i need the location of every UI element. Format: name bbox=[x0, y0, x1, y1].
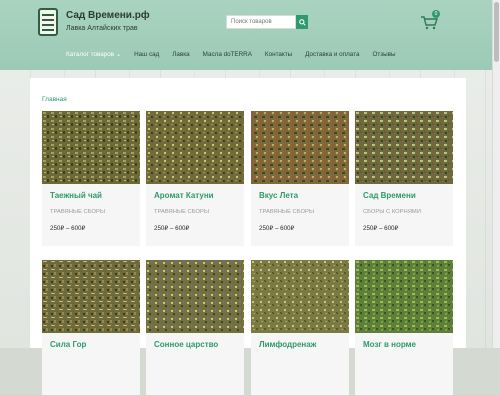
site-header: Сад Времени.рф Лавка Алтайских трав Поис… bbox=[0, 0, 493, 70]
search-button[interactable] bbox=[296, 15, 308, 29]
product-card[interactable]: Лимфодренаж bbox=[251, 260, 349, 395]
product-card[interactable]: Аромат Катуни Травяные сборы 250₽ – 600₽ bbox=[146, 111, 244, 246]
nav-item-reviews[interactable]: Отзывы bbox=[372, 51, 395, 58]
product-image[interactable] bbox=[251, 111, 349, 184]
product-name[interactable]: Вкус Лета bbox=[259, 191, 298, 200]
site-title[interactable]: Сад Времени.рф bbox=[66, 10, 150, 21]
product-category: Травяные сборы bbox=[154, 209, 209, 215]
product-category: Сборы с корнями bbox=[363, 209, 421, 215]
product-card[interactable]: Сад Времени Сборы с корнями 250₽ – 600₽ bbox=[355, 111, 453, 246]
product-name[interactable]: Таежный чай bbox=[50, 191, 102, 200]
search-icon bbox=[298, 18, 306, 26]
product-category: Травяные сборы bbox=[50, 209, 105, 215]
product-image[interactable] bbox=[251, 260, 349, 333]
product-card[interactable]: Мозг в норме bbox=[355, 260, 453, 395]
nav-item-shop[interactable]: Лавка bbox=[172, 51, 189, 58]
product-image[interactable] bbox=[355, 111, 453, 184]
page-scrollbar[interactable] bbox=[492, 0, 500, 348]
product-price: 250₽ – 600₽ bbox=[154, 225, 190, 232]
breadcrumb[interactable]: Главная bbox=[42, 96, 67, 103]
product-price: 250₽ – 600₽ bbox=[259, 225, 295, 232]
product-image[interactable] bbox=[42, 111, 140, 184]
main-nav: Каталог товаров ⌄ Наш сад Лавка Масла do… bbox=[66, 51, 409, 58]
nav-item-catalog[interactable]: Каталог товаров ⌄ bbox=[66, 51, 121, 58]
product-category: Травяные сборы bbox=[259, 209, 314, 215]
product-image[interactable] bbox=[146, 260, 244, 333]
nav-item-contacts[interactable]: Контакты bbox=[265, 51, 292, 58]
product-card[interactable]: Сонное царство bbox=[146, 260, 244, 395]
product-price: 250₽ – 600₽ bbox=[50, 225, 86, 232]
nav-item-delivery[interactable]: Доставка и оплата bbox=[305, 51, 359, 58]
product-name[interactable]: Аромат Катуни bbox=[154, 191, 214, 200]
logo-icon[interactable] bbox=[38, 8, 58, 36]
product-image[interactable] bbox=[146, 111, 244, 184]
product-card[interactable]: Сила Гор bbox=[42, 260, 140, 395]
product-name[interactable]: Сад Времени bbox=[363, 191, 416, 200]
product-price: 250₽ – 600₽ bbox=[363, 225, 399, 232]
product-image[interactable] bbox=[355, 260, 453, 333]
product-card[interactable]: Таежный чай Травяные сборы 250₽ – 600₽ bbox=[42, 111, 140, 246]
cart-count-badge: 0 bbox=[432, 10, 440, 18]
product-image[interactable] bbox=[42, 260, 140, 333]
site-tagline: Лавка Алтайских трав bbox=[66, 25, 138, 32]
search-input[interactable]: Поиск товаров bbox=[226, 15, 296, 29]
product-card[interactable]: Вкус Лета Травяные сборы 250₽ – 600₽ bbox=[251, 111, 349, 246]
nav-item-our-garden[interactable]: Наш сад bbox=[134, 51, 159, 58]
scrollbar-thumb[interactable] bbox=[494, 2, 499, 62]
nav-item-doterra[interactable]: Масла doTERRA bbox=[203, 51, 252, 58]
